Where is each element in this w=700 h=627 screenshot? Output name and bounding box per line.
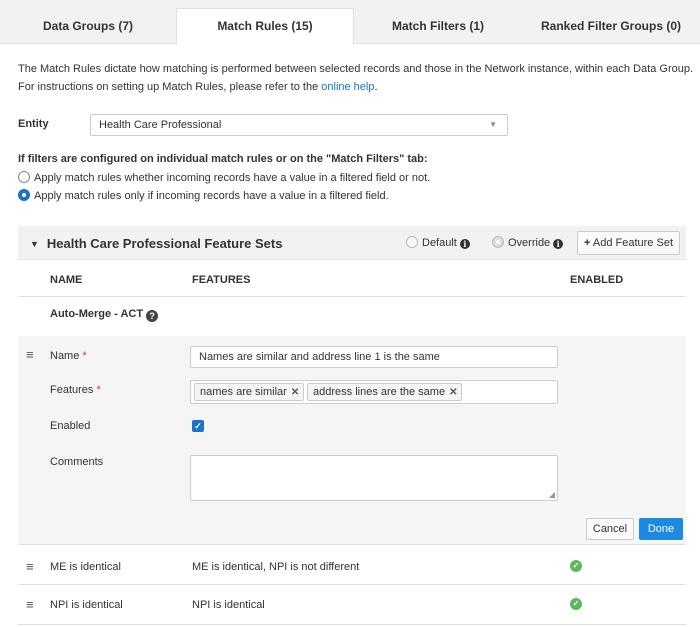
feature-tag: names are similar ✕ <box>194 383 305 401</box>
entity-select-value: Health Care Professional <box>99 119 222 131</box>
feature-sets-header: ▼ Health Care Professional Feature Sets D… <box>18 226 686 260</box>
drag-handle-icon[interactable]: ≡ <box>26 560 34 573</box>
check-circle-icon: ✓ <box>570 598 582 610</box>
column-header-enabled: ENABLED <box>570 274 624 286</box>
description-suffix: . <box>374 81 378 93</box>
column-header-features: FEATURES <box>192 274 251 286</box>
add-feature-set-label: Add Feature Set <box>592 237 673 249</box>
drag-handle-icon[interactable]: ≡ <box>26 598 34 611</box>
row-name: NPI is identical <box>50 599 123 611</box>
help-icon[interactable]: ? <box>146 310 159 322</box>
add-feature-set-button[interactable]: + Add Feature Set <box>577 231 680 255</box>
cancel-button[interactable]: Cancel <box>586 518 634 540</box>
tab-match-filters[interactable]: Match Filters (1) <box>354 8 522 44</box>
check-circle-icon: ✓ <box>570 560 582 572</box>
tab-bar: Data Groups (7) Match Rules (15) Match F… <box>0 0 700 45</box>
row-features: ME is identical, NPI is not different <box>192 561 360 573</box>
divider <box>18 624 686 625</box>
mode-override-label: Override <box>508 237 551 249</box>
comments-textarea[interactable]: ◢ <box>190 455 558 501</box>
column-header-name: NAME <box>50 274 83 286</box>
required-marker: * <box>96 384 101 396</box>
divider <box>18 584 686 585</box>
drag-handle-icon[interactable]: ≡ <box>26 348 34 361</box>
row-features: NPI is identical <box>192 599 265 611</box>
mode-default-label: Default <box>422 237 457 249</box>
filter-option-label: Apply match rules whether incoming recor… <box>34 172 431 184</box>
online-help-link[interactable]: online help <box>321 81 374 93</box>
mode-override[interactable]: Override i <box>492 236 564 249</box>
divider <box>18 544 686 545</box>
enabled-field-label: Enabled <box>50 420 91 432</box>
tab-ranked-filter-groups[interactable]: Ranked Filter Groups (0) <box>522 8 700 44</box>
entity-label: Entity <box>18 118 49 130</box>
tab-match-rules[interactable]: Match Rules (15) <box>176 8 354 45</box>
collapse-triangle-icon: ▼ <box>30 239 39 249</box>
radio-unselected[interactable] <box>18 171 30 183</box>
feature-sets-toggle[interactable]: ▼ Health Care Professional Feature Sets <box>30 236 282 251</box>
info-icon: i <box>459 239 470 249</box>
feature-sets-panel: ▼ Health Care Professional Feature Sets D… <box>18 226 686 626</box>
group-name-label: Auto-Merge - ACT <box>50 308 144 320</box>
description-line-1: The Match Rules dictate how matching is … <box>18 63 694 75</box>
features-field-label: Features * <box>50 384 101 396</box>
radio-default[interactable] <box>406 236 418 248</box>
filter-option-any[interactable]: Apply match rules whether incoming recor… <box>18 170 430 186</box>
divider <box>18 296 686 297</box>
tab-data-groups[interactable]: Data Groups (7) <box>0 8 176 44</box>
remove-tag-icon[interactable]: ✕ <box>449 387 457 398</box>
group-name: Auto-Merge - ACT? <box>50 308 159 322</box>
remove-tag-icon[interactable]: ✕ <box>291 387 299 398</box>
comments-field-label: Comments <box>50 456 104 468</box>
required-marker: * <box>82 350 87 362</box>
chevron-down-icon: ▼ <box>489 120 497 129</box>
plus-icon: + <box>584 237 591 249</box>
name-field-label: Name * <box>50 350 87 362</box>
radio-selected[interactable] <box>18 189 30 201</box>
resize-grip-icon[interactable]: ◢ <box>549 490 555 499</box>
entity-select[interactable]: Health Care Professional ▼ <box>90 114 508 136</box>
name-input[interactable]: Names are similar and address line 1 is … <box>190 346 558 368</box>
radio-override[interactable] <box>492 236 504 248</box>
row-name: ME is identical <box>50 561 121 573</box>
enabled-checkbox[interactable]: ✓ <box>192 420 204 432</box>
feature-set-editor: ≡ Name * Names are similar and address l… <box>18 336 686 544</box>
description-prefix: For instructions on setting up Match Rul… <box>18 81 322 93</box>
description-line-2: For instructions on setting up Match Rul… <box>18 78 698 96</box>
done-button[interactable]: Done <box>639 518 683 540</box>
filters-title: If filters are configured on individual … <box>18 153 428 165</box>
mode-default[interactable]: Default i <box>406 236 470 249</box>
features-tag-input[interactable]: names are similar ✕ address lines are the… <box>190 380 558 404</box>
filter-option-label: Apply match rules only if incoming recor… <box>34 190 389 202</box>
info-icon: i <box>553 239 564 249</box>
feature-tag: address lines are the same ✕ <box>307 383 463 401</box>
feature-sets-title: Health Care Professional Feature Sets <box>46 236 283 251</box>
filter-option-only-with-value[interactable]: Apply match rules only if incoming recor… <box>18 188 389 204</box>
